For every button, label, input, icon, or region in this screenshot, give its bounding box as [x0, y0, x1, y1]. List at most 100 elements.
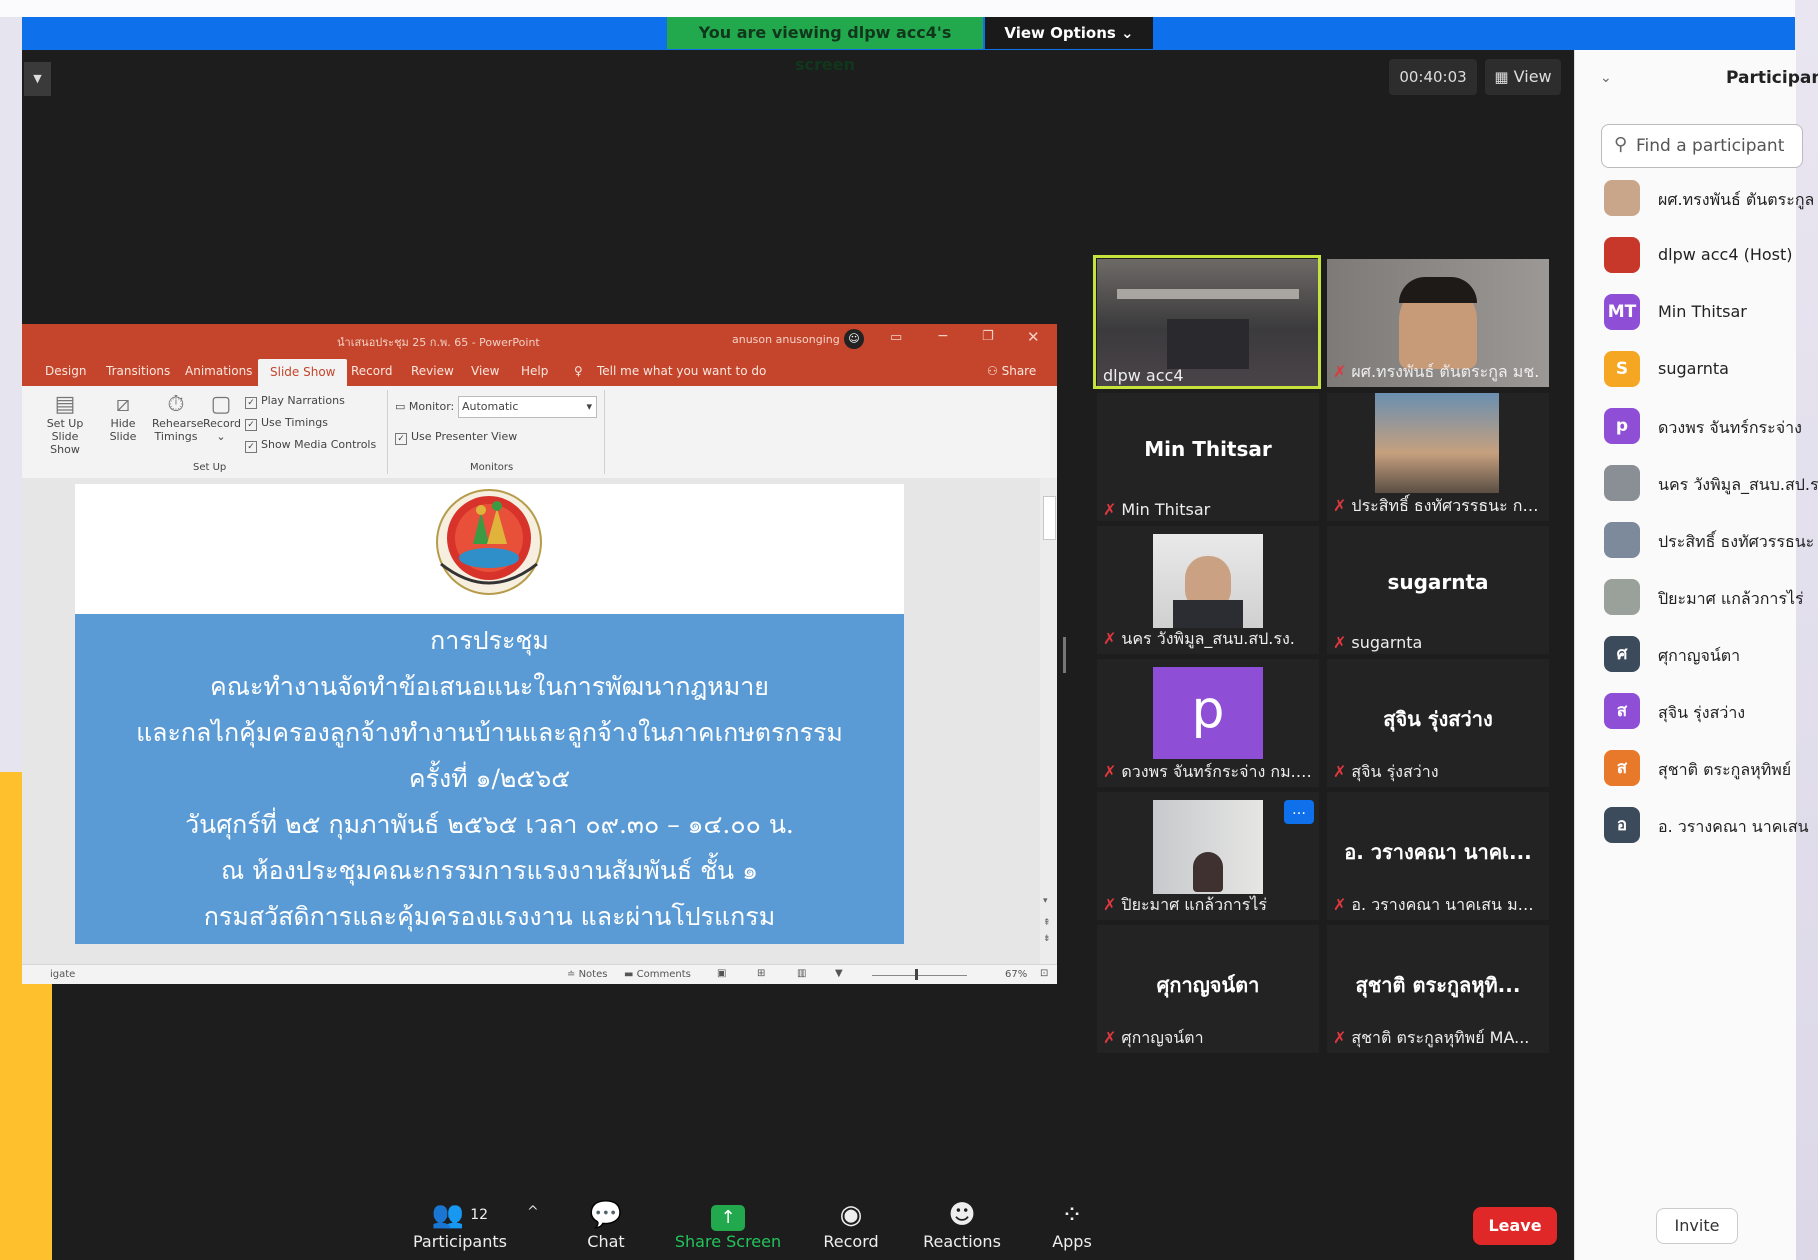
participant-name[interactable]: ศุกาญจน์ตา: [1658, 644, 1740, 669]
reactions-button[interactable]: ☻ Reactions: [907, 1198, 1017, 1251]
share-button[interactable]: ⚇ Share: [987, 364, 1036, 378]
slide-line: คณะทำงานจัดทำข้อเสนอแนะในการพัฒนากฎหมาย: [210, 672, 769, 701]
tab-review[interactable]: Review: [411, 364, 454, 378]
previous-slide-icon[interactable]: ⇞: [1043, 918, 1051, 928]
tab-slide-show[interactable]: Slide Show: [258, 359, 348, 386]
chat-button[interactable]: 💬 Chat: [551, 1198, 661, 1251]
restore-icon[interactable]: ❐: [982, 329, 994, 344]
video-tile[interactable]: p ✗ ดวงพร จันทร์กระจ่าง กม. ...: [1097, 659, 1319, 787]
minimize-icon[interactable]: −: [937, 328, 949, 344]
chevron-up-icon[interactable]: ^: [527, 1204, 539, 1220]
tab-help[interactable]: Help: [521, 364, 548, 378]
tab-transitions[interactable]: Transitions: [106, 364, 170, 378]
record-button[interactable]: ◉ Record: [796, 1198, 906, 1251]
monitors-group-label: Monitors: [470, 462, 514, 473]
participant-name[interactable]: Min Thitsar: [1658, 302, 1747, 321]
participants-button[interactable]: 👥 12 Participants: [405, 1198, 515, 1251]
tell-me-search[interactable]: Tell me what you want to do: [597, 364, 766, 378]
video-tile[interactable]: ✗ ผศ.ทรงพันธ์ ตันตระกูล มช.: [1327, 259, 1549, 387]
video-tile[interactable]: ศุกาญจน์ตา ✗ ศุกาญจน์ตา: [1097, 925, 1319, 1053]
reading-view-icon[interactable]: ▥: [797, 968, 806, 979]
next-slide-icon[interactable]: ⇟: [1043, 934, 1051, 944]
tab-view[interactable]: View: [471, 364, 499, 378]
participant-avatar: ส: [1604, 693, 1640, 729]
view-options-label: View Options: [1004, 24, 1116, 42]
muted-mic-icon: ✗: [1103, 762, 1117, 781]
use-timings-checkbox[interactable]: ✓ Use Timings: [245, 416, 328, 431]
zoom-slider[interactable]: [872, 975, 967, 976]
video-tile[interactable]: ✗ นคร วังพิมูล_สนบ.สป.รง.: [1097, 526, 1319, 654]
participant-name[interactable]: dlpw acc4 (Host): [1658, 245, 1793, 264]
vertical-scrollbar[interactable]: ▾ ⇞ ⇟: [1040, 478, 1057, 964]
video-tile[interactable]: … ✗ ปิยะมาศ แกล้วการไร่: [1097, 792, 1319, 920]
zoom-slider-thumb[interactable]: [915, 969, 918, 980]
invite-button[interactable]: Invite: [1656, 1208, 1738, 1244]
play-narrations-checkbox[interactable]: ✓ Play Narrations: [245, 394, 345, 409]
comments-button[interactable]: ▬ Comments: [624, 969, 691, 980]
slide[interactable]: การประชุม คณะทำงานจัดทำข้อเสนอแนะในการพั…: [75, 484, 904, 944]
video-tile[interactable]: sugarnta ✗ sugarnta: [1327, 526, 1549, 654]
participant-avatar: p: [1604, 408, 1640, 444]
tab-animations[interactable]: Animations: [185, 364, 252, 378]
tile-name: ✗ Min Thitsar: [1103, 500, 1313, 519]
participant-name[interactable]: ปิยะมาศ แกล้วการไร่: [1658, 587, 1804, 612]
participant-name[interactable]: นคร วังพิมูล_สนบ.สป.รง.: [1658, 473, 1818, 498]
leave-button[interactable]: Leave: [1473, 1207, 1557, 1245]
ribbon-display-icon[interactable]: ▭: [890, 330, 902, 345]
setup-slideshow-button[interactable]: ▤ Set Up Slide Show: [42, 392, 88, 456]
tile-name-text: ดวงพร จันทร์กระจ่าง กม. ...: [1121, 762, 1313, 781]
notes-button[interactable]: ≐ Notes: [567, 969, 607, 980]
chevron-down-icon[interactable]: ⌄: [1600, 70, 1612, 86]
ribbon-slide-show: ▤ Set Up Slide Show ⧄ Hide Slide ⏱ Rehea…: [22, 386, 1057, 479]
participant-name[interactable]: อ. วรางคณา นาคเสน: [1658, 815, 1809, 840]
tab-record[interactable]: Record: [351, 364, 392, 378]
participant-name[interactable]: ดวงพร จันทร์กระจ่าง: [1658, 416, 1802, 441]
monitor-label-text: Monitor:: [408, 400, 455, 413]
video-tile[interactable]: ✗ ประสิทธิ์ ธงทัศวรรธนะ กก...: [1327, 393, 1549, 521]
slide-line: การประชุม: [430, 626, 549, 655]
play-narrations-label: Play Narrations: [261, 394, 345, 407]
participant-name[interactable]: sugarnta: [1658, 359, 1729, 378]
rehearse-timings-button[interactable]: ⏱ Rehearse Timings: [152, 392, 203, 443]
tile-display-name: Min Thitsar: [1144, 437, 1272, 461]
tab-design[interactable]: Design: [45, 364, 86, 378]
tile-name-text: สุชาติ ตระกูลหุทิพย์ MA...: [1351, 1028, 1530, 1047]
fit-slide-icon[interactable]: ⊡: [1040, 968, 1048, 979]
user-avatar-icon[interactable]: ☺: [844, 329, 864, 349]
participant-name[interactable]: ประสิทธิ์ ธงทัศวรรธนะ: [1658, 530, 1814, 555]
share-dropdown-button[interactable]: ▼: [24, 62, 51, 96]
use-presenter-view-checkbox[interactable]: ✓ Use Presenter View: [395, 430, 517, 445]
muted-mic-icon: ✗: [1333, 362, 1347, 381]
more-options-icon[interactable]: …: [1284, 800, 1314, 824]
participant-name[interactable]: ผศ.ทรงพันธ์ ตันตระกูล: [1658, 188, 1814, 213]
slide-sorter-icon[interactable]: ⊞: [757, 968, 765, 979]
close-icon[interactable]: ✕: [1027, 328, 1040, 346]
muted-mic-icon: ✗: [1333, 895, 1347, 914]
split-divider-handle[interactable]: [1063, 637, 1066, 673]
view-options-button[interactable]: View Options ⌄: [985, 17, 1153, 49]
tile-name: ✗ นคร วังพิมูล_สนบ.สป.รง.: [1103, 627, 1313, 652]
person-figure: [1193, 852, 1223, 892]
muted-mic-icon: ✗: [1333, 633, 1347, 652]
video-tile[interactable]: สุจิน รุ่งสว่าง ✗ สุจิน รุ่งสว่าง: [1327, 659, 1549, 787]
participant-name[interactable]: สุชาติ ตระกูลหุทิพย์: [1658, 758, 1791, 783]
chevron-down-icon[interactable]: ▾: [1043, 896, 1048, 906]
ppt-titlebar: นำเสนอประชุม 25 ก.พ. 65 - PowerPoint anu…: [22, 324, 1057, 356]
person-icon: ⚇: [987, 364, 998, 378]
hide-slide-button[interactable]: ⧄ Hide Slide: [108, 392, 138, 443]
slideshow-view-icon[interactable]: ▼: [835, 968, 843, 979]
view-layout-button[interactable]: ▦ View: [1485, 59, 1561, 95]
scroll-thumb[interactable]: [1043, 496, 1056, 540]
video-tile[interactable]: อ. วรางคณา นาคเ... ✗ อ. วรางคณา นาคเสน มห…: [1327, 792, 1549, 920]
person-suit: [1173, 600, 1243, 628]
video-tile[interactable]: สุชาติ ตระกูลหุทิ... ✗ สุชาติ ตระกูลหุทิพ…: [1327, 925, 1549, 1053]
video-tile[interactable]: Min Thitsar ✗ Min Thitsar: [1097, 393, 1319, 521]
record-slideshow-button[interactable]: ▢ Record ⌄: [203, 392, 241, 443]
apps-button[interactable]: ⁘ Apps: [1017, 1198, 1127, 1251]
viewing-banner: You are viewing dlpw acc4's screen: [667, 17, 983, 74]
show-media-controls-checkbox[interactable]: ✓ Show Media Controls: [245, 438, 376, 453]
normal-view-icon[interactable]: ▣: [717, 968, 726, 979]
participant-name[interactable]: สุจิน รุ่งสว่าง: [1658, 701, 1745, 726]
monitor-select[interactable]: Automatic ▾: [458, 396, 597, 418]
share-screen-button[interactable]: ↑ Share Screen: [673, 1198, 783, 1251]
